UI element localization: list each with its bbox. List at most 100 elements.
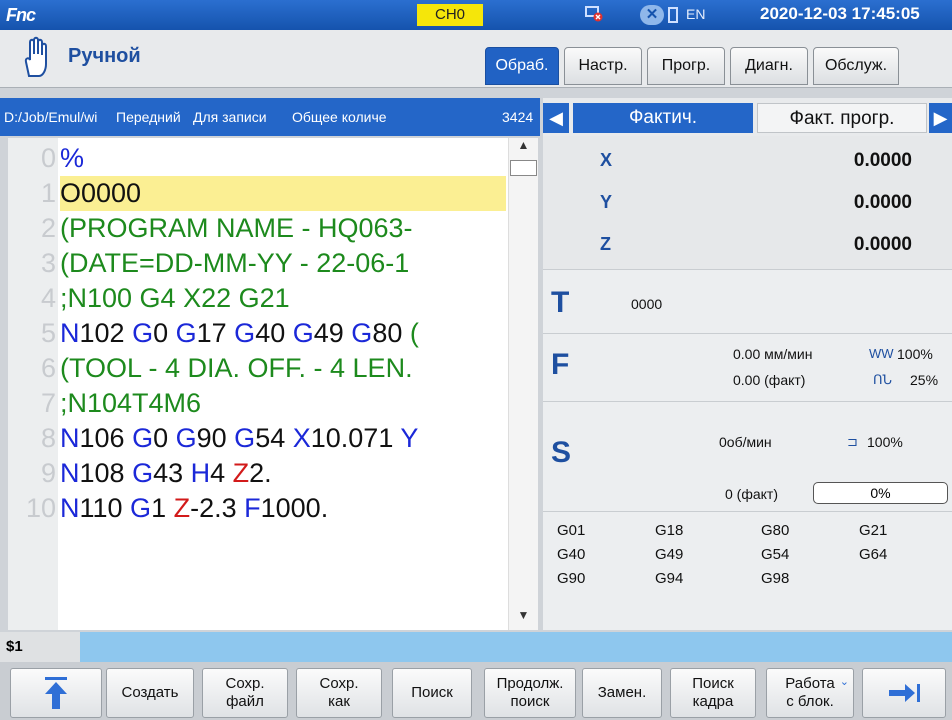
gcode-modal: G80 [761,522,790,539]
code-token: N [60,493,80,523]
code-line[interactable]: N110 G1 Z-2.3 F1000. [60,491,506,526]
code-line[interactable]: N102 G0 G17 G40 G49 G80 ( [60,316,506,351]
gcode-modal: G90 [557,570,586,587]
code-token: 17 [196,318,235,348]
tab-actual[interactable]: Фактич. [573,103,753,133]
spindle-actual: 0 (факт) [725,486,778,502]
code-token: 1 [151,493,174,523]
position-tabs: ◀ Фактич. Факт. прогр. ▶ [543,98,952,136]
code-token: H [190,458,211,488]
gcode-modal: G94 [655,570,684,587]
feed-label: F [551,348,570,381]
scroll-thumb[interactable] [510,160,537,176]
language-indicator[interactable]: EN [686,6,705,22]
scroll-down-icon[interactable]: ▼ [509,608,538,628]
rapid-override-icon: ՈՆ [873,372,892,387]
replace-button[interactable]: Замен. [582,668,662,718]
code-token: 108 [79,458,133,488]
header-field-total: Общее количе [292,109,387,125]
first-page-button[interactable] [10,668,102,718]
previous-tab-icon[interactable]: ◀ [543,103,569,133]
tab-diagnostics[interactable]: Диагн. [730,47,808,85]
code-token: ( [409,318,419,348]
code-token: % [60,143,85,173]
rapid-override: 25% [910,372,939,388]
gcode-modal: G21 [859,522,888,539]
command-channel-label: $1 [0,632,80,662]
next-page-button[interactable] [862,668,946,718]
code-token: 1000. [260,493,329,523]
program-header: D:/Job/Emul/wi Передний Для записи Общее… [0,98,540,136]
code-token: 4 [210,458,233,488]
code-token: X [292,423,311,453]
code-token: Y [400,423,419,453]
code-token: 2. [249,458,272,488]
tool-section: T 0000 [543,270,952,334]
code-line[interactable]: ;N104T4M6 [60,386,506,421]
tab-setup[interactable]: Настр. [564,47,642,85]
scroll-up-icon[interactable]: ▲ [509,138,538,158]
code-token: G [175,318,197,348]
keyboard-icon [668,7,678,23]
modal-gcodes: G01 G18 G80 G21 G40 G49 G54 G64 G90 G94 G98 [543,512,952,630]
code-line[interactable]: % [60,141,506,176]
create-button[interactable]: Создать [106,668,194,718]
gcode-modal: G54 [761,546,790,563]
mode-bar: Ручной Обраб. Настр. Прогр. Диагн. Обслу… [0,30,952,88]
tool-label: T [551,286,570,319]
line-number: 8 [40,423,56,453]
tab-maintenance[interactable]: Обслуж. [813,47,899,85]
line-number: 1 [40,178,56,208]
block-search-button[interactable]: Поиск кадра [670,668,756,718]
code-line[interactable]: ;N100 G4 X22 G21 [60,281,506,316]
continue-search-button[interactable]: Продолж. поиск [484,668,576,718]
current-code-line[interactable]: O0000 [60,176,506,211]
code-line[interactable]: (PROGRAM NAME - HQ063- [60,211,506,246]
spindle-command: 0об/мин [719,434,772,450]
tab-actual-program[interactable]: Факт. прогр. [757,103,927,133]
softkey-bar: Создать Сохр. файл Сохр. как Поиск Продолж. пои… [0,662,952,720]
feed-section: F 0.00 мм/мин WW 100% 0.00 (факт) ՈՆ 25% [543,334,952,402]
scrollbar[interactable]: ▲ ▼ [508,138,538,630]
spindle-load-bar: 0% [813,482,948,504]
code-line[interactable]: N108 G43 H4 Z2. [60,456,506,491]
code-line[interactable]: (TOOL - 4 DIA. OFF. - 4 LEN. [60,351,506,386]
line-number: 3 [40,248,56,278]
header-field-front: Передний [116,109,181,125]
tool-value: 0000 [631,296,663,312]
program-path: D:/Job/Emul/wi [4,109,98,125]
search-button[interactable]: Поиск [392,668,472,718]
code-token: 102 [79,318,133,348]
code-token: 110 [79,493,131,523]
gcode-modal: G01 [557,522,586,539]
line-number: 7 [40,388,56,418]
code-line[interactable]: (DATE=DD-MM-YY - 22-06-1 [60,246,506,281]
spindle-override: 100% [867,434,903,450]
code-line[interactable]: N106 G0 G90 G54 X10.071 Y [60,421,506,456]
close-icon[interactable]: ✕ [640,5,664,25]
clock: 2020-12-03 17:45:05 [760,4,920,23]
save-file-button[interactable]: Сохр. файл [202,668,288,718]
code-token: G [132,318,154,348]
save-as-button[interactable]: Сохр. как [296,668,382,718]
block-operations-button[interactable]: Работа с блок. ⌄ [766,668,854,718]
command-line[interactable]: $1 [0,632,952,662]
code-token: -2.3 [190,493,245,523]
channel-badge[interactable]: CH0 [417,4,483,26]
code-token: 10.071 [310,423,401,453]
code-token: 43 [153,458,191,488]
axis-value-y: 0.0000 [853,192,912,213]
next-tab-icon[interactable]: ▶ [929,103,952,133]
spindle-label: S [551,436,572,469]
arrow-up-to-top-icon [45,677,67,709]
header-field-count: 3424 [502,109,534,125]
arrow-right-end-icon [889,684,920,702]
code-token: G [132,423,154,453]
feed-override: 100% [897,346,933,362]
code-token: ;N104T4M6 [60,388,202,418]
code-token: G [130,493,152,523]
tab-machining[interactable]: Обраб. [485,47,559,85]
code-token: G [132,458,154,488]
mode-label: Ручной [68,45,141,67]
tab-program[interactable]: Прогр. [647,47,725,85]
